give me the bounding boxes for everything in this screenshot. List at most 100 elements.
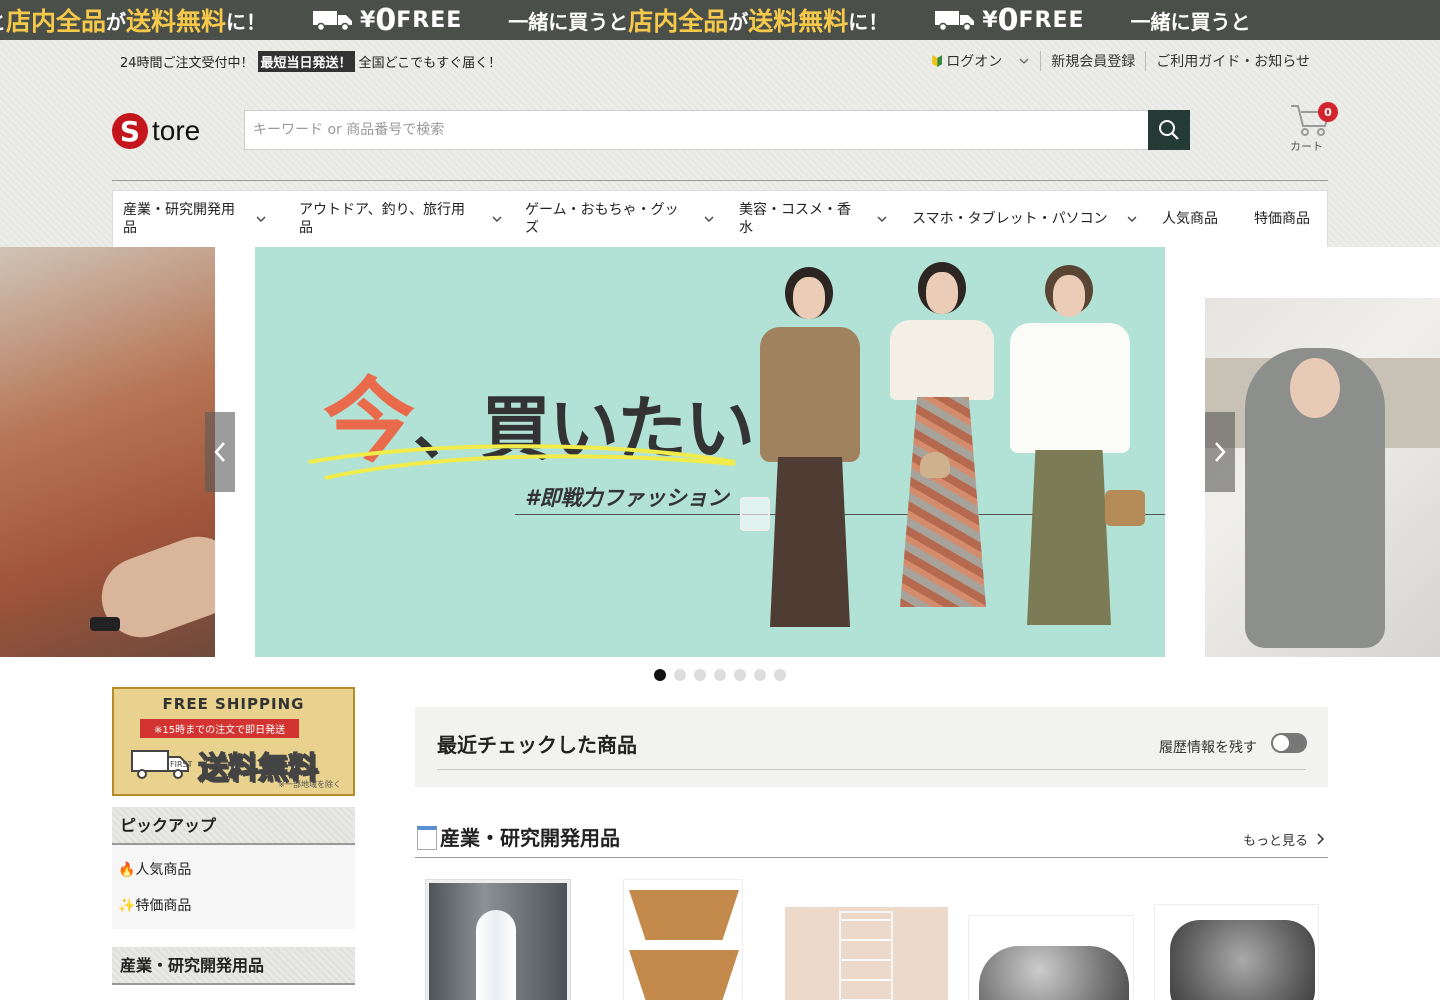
notepad-icon [417,826,437,850]
free-shipping-banner[interactable]: FREE SHIPPING ※15時までの注文で即日発送 FIRST 送料無料 … [112,687,355,796]
model-shirt [1010,323,1130,453]
nav-label: スマホ・タブレット・パソコン [912,211,1108,227]
delivery-notice-text: 全国どこでもすぐ届く！ [358,55,502,71]
model-figure [880,262,1000,637]
logo-text: tore [152,115,201,146]
search-input[interactable] [244,110,1148,150]
ticker-free: FREE [1018,7,1085,33]
pickup-heading: ピックアップ [112,807,355,845]
order-notice-text: 24時間ご注文受付中！ [120,55,254,71]
category-heading: 産業・研究開発用品 [112,947,355,985]
nav-item-games[interactable]: ゲーム・おもちゃ・グッズ [515,201,729,237]
product-card[interactable] [1154,904,1319,1000]
chevron-down-icon [492,216,502,222]
carousel-next-button[interactable] [1205,412,1235,492]
chevron-down-icon [877,216,887,222]
ticker-text: に！ [848,9,889,34]
cart-button[interactable]: 0 カート [1286,102,1338,153]
guide-label: ご利用ガイド・お知らせ [1156,54,1310,70]
sidebar: FREE SHIPPING ※15時までの注文で即日発送 FIRST 送料無料 … [112,687,355,985]
product-card[interactable] [425,879,571,1000]
truck-icon: FIRST [131,750,192,779]
model-figure [1005,265,1145,637]
product-image [979,946,1129,1000]
header-divider [112,180,1328,181]
ticker-text: 送料無料 [126,7,227,36]
product-card[interactable] [968,915,1134,1000]
banner-tagline: #即戦力ファッション [525,486,729,510]
model-figure [740,267,870,637]
account-links: ログオン 新規会員登録 ご利用ガイド・お知らせ [922,51,1320,71]
main-content: FREE SHIPPING ※15時までの注文で即日発送 FIRST 送料無料 … [0,657,1440,1000]
ticker-text: 一緒に買うと [1130,9,1251,34]
ticker-yen: ¥ [360,7,376,33]
toggle-knob [1273,735,1289,751]
ticker-yen: ¥ [982,7,998,33]
carousel-prev-button[interactable] [205,412,235,492]
panel-divider [437,769,1306,770]
product-card[interactable] [623,879,743,1000]
top-bar: 24時間ご注文受付中！ 最短当日発送！ 全国どこでもすぐ届く！ ログオン 新規会… [120,50,1320,72]
ticker-segment: 一緒に買うと [1131,6,1251,35]
recently-viewed-title: 最近チェックした商品 [437,733,637,757]
nav-label: 人気商品 [1162,211,1218,227]
slide-photo-detail [1290,358,1340,418]
ticker-text: が [728,9,749,34]
store-logo[interactable]: S tore [112,113,200,149]
section-title: 産業・研究開発用品 [440,826,620,850]
cart-count-badge: 0 [1318,102,1338,122]
chevron-down-icon [256,216,266,222]
model-pants [1027,450,1111,625]
slide-photo-detail [90,617,120,631]
chevron-down-icon [1127,216,1137,222]
carousel-slide-active[interactable]: 今、買いたい！ #即戦力ファッション [255,247,1165,657]
model-face [793,277,825,319]
ticker-free: FREE [396,7,463,33]
ticker-zero: 0 [997,2,1019,38]
category-nav: 産業・研究開発用品 アウトドア、釣り、旅行用品 ゲーム・おもちゃ・グッズ 美容・… [112,190,1328,247]
see-more-link[interactable]: もっと見る [1243,830,1308,849]
truck-icon [935,11,975,31]
free-shipping-note: ※一部地域を除く [278,780,341,789]
recently-viewed-panel: 最近チェックした商品 履歴情報を残す [415,707,1328,787]
ticker-text: 一緒に買うと [508,9,629,34]
free-shipping-title: FREE SHIPPING [162,695,305,713]
guide-link[interactable]: ご利用ガイド・お知らせ [1145,51,1320,71]
nav-item-popular[interactable]: 人気商品 [1152,210,1244,228]
sidebar-link-sale[interactable]: ✨特価商品 [112,887,355,923]
nav-item-sale[interactable]: 特価商品 [1244,210,1324,228]
nav-item-outdoor[interactable]: アウトドア、釣り、旅行用品 [289,201,515,237]
sidebar-link-popular[interactable]: 🔥人気商品 [112,851,355,887]
chevron-right-icon [1317,833,1325,845]
chevron-down-icon [704,216,714,222]
carousel-slide-prev[interactable] [0,247,215,657]
logo-mark: S [112,113,148,149]
product-image-detail [629,950,739,1000]
model-skirt [900,397,986,607]
search-button[interactable] [1148,110,1190,150]
nav-label: 特価商品 [1254,211,1310,227]
search-bar [244,110,1190,150]
product-card[interactable] [785,907,948,1000]
product-image-detail [476,910,516,1000]
chevron-right-icon [1215,442,1226,462]
nav-item-industrial[interactable]: 産業・研究開発用品 [113,201,289,237]
free-shipping-subtitle: ※15時までの注文で即日発送 [140,719,300,738]
product-image [629,890,739,940]
nav-item-devices[interactable]: スマホ・タブレット・パソコン [902,210,1152,228]
ticker-text: に！ [226,9,267,34]
model-face [926,272,958,314]
chevron-left-icon [214,442,225,462]
carousel-slide-next[interactable] [1205,298,1440,657]
model-pants [770,457,850,627]
slide-photo-detail [1245,348,1385,648]
ticker-text: 送料無料 [748,7,849,36]
ticker-free-shipping: ¥ 0 FREE [312,3,462,38]
register-link[interactable]: 新規会員登録 [1040,51,1145,71]
product-image [839,911,893,1000]
history-toggle[interactable] [1271,733,1307,753]
model-face [1053,275,1085,317]
nav-item-beauty[interactable]: 美容・コスメ・香水 [729,201,902,237]
same-day-badge: 最短当日発送！ [257,50,355,72]
login-dropdown[interactable]: ログオン [922,51,1040,71]
